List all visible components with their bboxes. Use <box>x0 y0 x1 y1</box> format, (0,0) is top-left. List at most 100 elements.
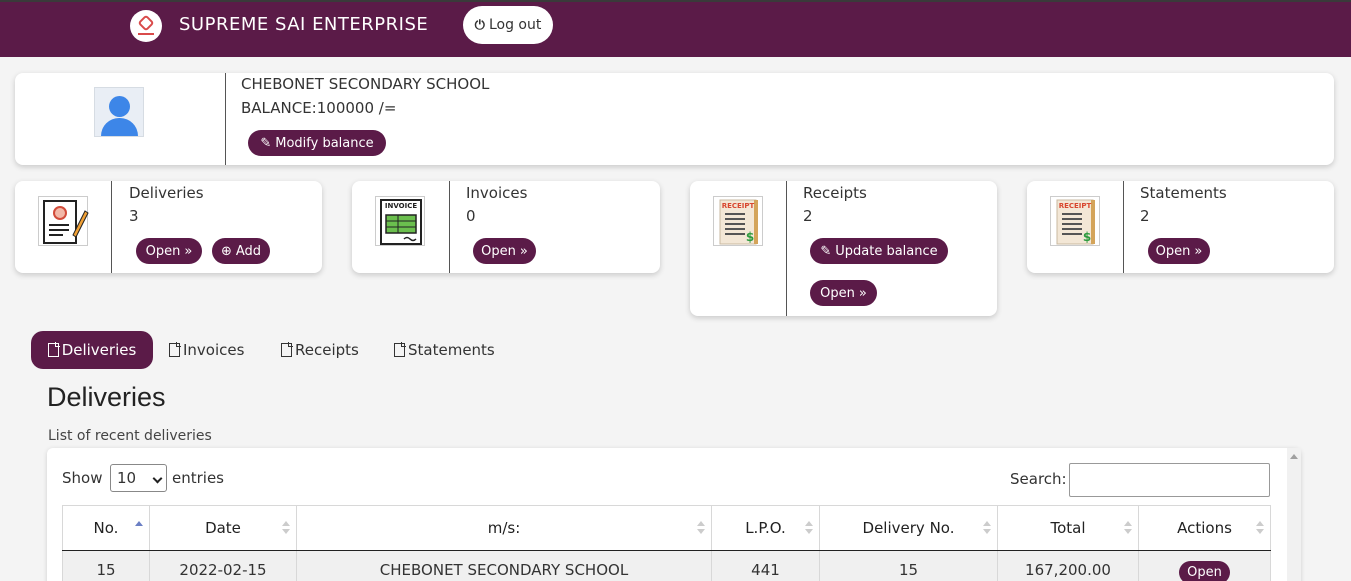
deliveries-divider <box>111 181 112 273</box>
column-lpo-label: L.P.O. <box>745 519 786 537</box>
receipts-open-label: Open <box>820 285 855 301</box>
tab-invoices-label: Invoices <box>183 341 245 359</box>
double-chevron-right-icon: » <box>519 243 528 259</box>
plus-circle-icon: ⊕ <box>220 243 232 259</box>
column-header-delivery-no[interactable]: Delivery No. <box>819 505 998 551</box>
deliveries-open-button[interactable]: Open » <box>136 238 202 264</box>
logout-label: Log out <box>488 17 542 33</box>
table-row: 15 2022-02-15 CHEBONET SECONDARY SCHOOL … <box>62 550 1271 581</box>
cell-actions: Open <box>1138 550 1271 581</box>
sort-icon <box>697 521 705 535</box>
double-chevron-right-icon: » <box>1194 243 1203 259</box>
pencil-icon: ✎ <box>260 135 272 151</box>
brand-title[interactable]: SUPREME SAI ENTERPRISE <box>179 14 428 35</box>
invoice-icon: INVOICE <box>375 196 425 246</box>
update-balance-label: Update balance <box>835 243 938 259</box>
balance-text: BALANCE:100000 /= <box>241 99 397 117</box>
double-chevron-right-icon: » <box>184 243 193 259</box>
invoices-stat-count: 0 <box>466 207 476 225</box>
svg-text:INVOICE: INVOICE <box>385 202 417 210</box>
statements-divider <box>1123 181 1124 273</box>
invoices-open-button[interactable]: Open » <box>473 238 536 264</box>
section-subtitle: List of recent deliveries <box>48 428 212 444</box>
tab-statements[interactable]: Statements <box>394 331 495 369</box>
page-size-select[interactable]: 10 <box>110 464 167 492</box>
receipts-stat-count: 2 <box>803 207 813 225</box>
statements-stat-count: 2 <box>1140 207 1150 225</box>
cell-ms: CHEBONET SECONDARY SCHOOL <box>296 550 712 581</box>
sort-icon <box>805 521 813 535</box>
avatar-icon <box>94 87 144 137</box>
cell-total: 167,200.00 <box>997 550 1139 581</box>
chevron-down-icon <box>152 473 163 484</box>
school-name: CHEBONET SECONDARY SCHOOL <box>241 75 490 93</box>
row-open-button[interactable]: Open <box>1179 561 1230 581</box>
column-header-ms[interactable]: m/s: <box>296 505 712 551</box>
section-title: Deliveries <box>47 382 166 412</box>
deliveries-stat-title: Deliveries <box>129 184 204 202</box>
show-label: Show <box>62 469 103 487</box>
svg-text:RECEIPT: RECEIPT <box>722 202 755 210</box>
tab-statements-label: Statements <box>408 341 495 359</box>
column-header-lpo[interactable]: L.P.O. <box>711 505 820 551</box>
tab-deliveries[interactable]: Deliveries <box>31 331 153 369</box>
invoices-divider <box>449 181 450 273</box>
tab-deliveries-label: Deliveries <box>61 341 137 359</box>
entries-label: entries <box>172 469 224 487</box>
cell-lpo: 441 <box>711 550 820 581</box>
tab-receipts[interactable]: Receipts <box>281 331 359 369</box>
document-icon <box>169 342 181 357</box>
column-delivery-no-label: Delivery No. <box>862 519 955 537</box>
receipts-open-button[interactable]: Open » <box>810 280 877 306</box>
top-navbar: SUPREME SAI ENTERPRISE ⏻ Log out <box>0 0 1351 57</box>
tab-receipts-label: Receipts <box>295 341 359 359</box>
statements-stat-title: Statements <box>1140 184 1227 202</box>
cell-date: 2022-02-15 <box>149 550 297 581</box>
column-actions-label: Actions <box>1177 519 1232 537</box>
svg-text:$: $ <box>1083 230 1091 244</box>
brand-logo[interactable] <box>130 10 162 42</box>
column-header-total[interactable]: Total <box>997 505 1139 551</box>
delivery-form-icon <box>38 196 89 246</box>
panel-scrollbar[interactable] <box>1287 448 1301 581</box>
power-icon: ⏻ <box>474 17 485 33</box>
logout-button[interactable]: ⏻ Log out <box>463 6 553 44</box>
modify-balance-button[interactable]: ✎ Modify balance <box>248 130 386 156</box>
column-total-label: Total <box>1050 519 1086 537</box>
document-icon <box>394 342 406 357</box>
cell-delivery-no: 15 <box>819 550 998 581</box>
scroll-up-icon[interactable] <box>1290 454 1298 459</box>
column-no-label: No. <box>93 519 119 537</box>
statements-open-button[interactable]: Open » <box>1148 238 1210 264</box>
tab-invoices[interactable]: Invoices <box>169 331 244 369</box>
deliveries-add-button[interactable]: ⊕ Add <box>212 238 270 264</box>
receipt-icon: RECEIPT $ <box>713 196 763 246</box>
column-header-date[interactable]: Date <box>149 505 297 551</box>
update-balance-button[interactable]: ✎ Update balance <box>810 238 948 264</box>
sort-icon <box>1256 521 1264 535</box>
invoices-stat-title: Invoices <box>466 184 528 202</box>
statement-receipt-icon: RECEIPT $ <box>1050 196 1100 246</box>
sort-icon <box>1124 521 1132 535</box>
deliveries-add-label: Add <box>235 243 262 259</box>
statements-open-label: Open <box>1155 243 1191 259</box>
column-header-actions[interactable]: Actions <box>1138 505 1271 551</box>
column-header-no[interactable]: No. <box>62 505 150 551</box>
sort-ascending-icon <box>135 521 143 535</box>
search-input[interactable] <box>1069 463 1270 497</box>
modify-balance-label: Modify balance <box>275 135 374 151</box>
sort-icon <box>983 521 991 535</box>
invoices-open-label: Open <box>481 243 516 259</box>
column-ms-label: m/s: <box>487 519 521 537</box>
document-icon <box>281 342 293 357</box>
receipts-stat-title: Receipts <box>803 184 867 202</box>
document-icon <box>47 342 60 357</box>
deliveries-stat-count: 3 <box>129 207 139 225</box>
svg-text:RECEIPT: RECEIPT <box>1059 202 1092 210</box>
cell-no: 15 <box>62 550 150 581</box>
deliveries-open-label: Open <box>145 243 181 259</box>
profile-divider <box>225 73 226 165</box>
deliveries-table: No. Date m/s: L.P.O. Delivery No. Total … <box>62 505 1271 581</box>
profile-card <box>15 73 1334 165</box>
table-header-row: No. Date m/s: L.P.O. Delivery No. Total … <box>62 505 1271 551</box>
